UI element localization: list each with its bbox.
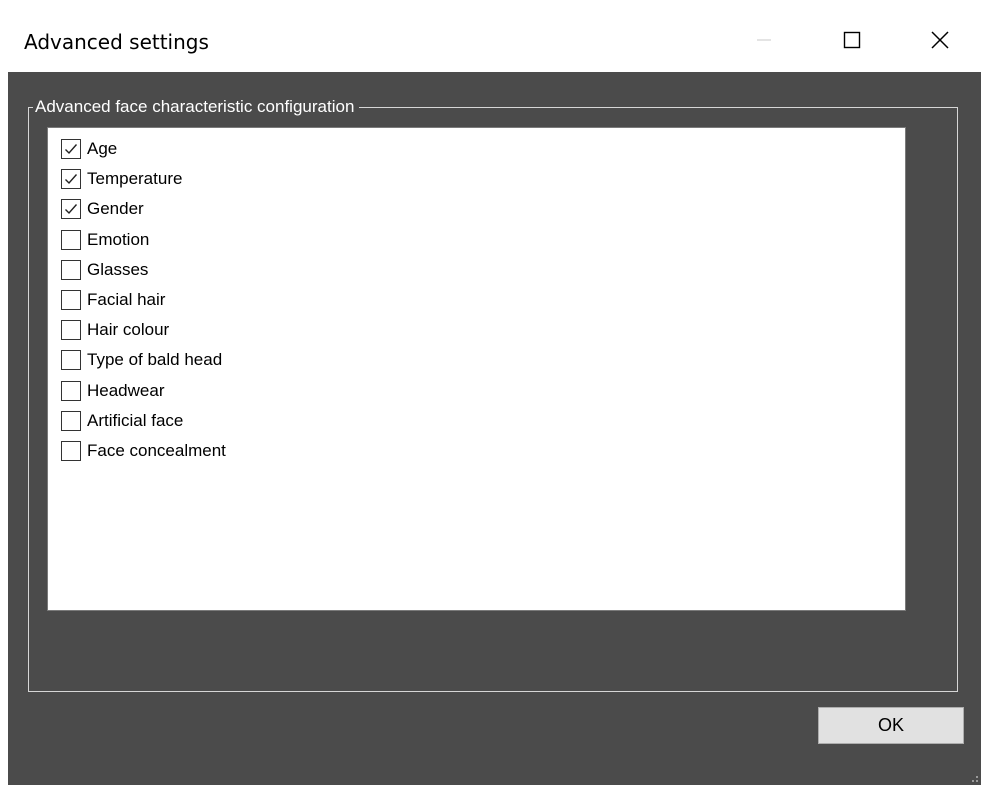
- checklist-item-label: Hair colour: [87, 320, 170, 340]
- maximize-icon: [843, 31, 861, 49]
- checkbox-unchecked[interactable]: [61, 290, 81, 311]
- title-bar[interactable]: Advanced settings: [8, 8, 981, 72]
- close-icon: [931, 31, 949, 49]
- checklist-item-label: Gender: [87, 199, 144, 219]
- checklist-item[interactable]: Glasses: [61, 255, 226, 285]
- window-title: Advanced settings: [24, 30, 209, 54]
- checklist-item[interactable]: Gender: [61, 194, 226, 224]
- checklist-item[interactable]: Temperature: [61, 164, 226, 194]
- checklist-item-label: Emotion: [87, 229, 150, 249]
- checkbox-checked[interactable]: [61, 199, 81, 220]
- checklist-item[interactable]: Type of bald head: [61, 345, 226, 375]
- checklist-item-label: Headwear: [87, 380, 165, 400]
- checklist-item-label: Face concealment: [87, 440, 226, 460]
- checklist-items: Age Temperature Gender Emotion Glasses Facial…: [61, 134, 226, 466]
- checklist-item-label: Glasses: [87, 259, 149, 279]
- checkbox-unchecked[interactable]: [61, 229, 81, 250]
- checkbox-unchecked[interactable]: [61, 380, 81, 401]
- checkmark-icon: [65, 174, 78, 185]
- checklist-item[interactable]: Facial hair: [61, 285, 226, 315]
- dialog-window: Advanced settings Advanced face characte…: [8, 0, 981, 785]
- resize-grip-icon[interactable]: [967, 771, 979, 783]
- minimize-icon: [757, 39, 771, 41]
- characteristics-checklist[interactable]: Age Temperature Gender Emotion Glasses Facial…: [47, 127, 906, 611]
- checkmark-icon: [65, 144, 78, 155]
- checkbox-unchecked[interactable]: [61, 259, 81, 280]
- checkbox-unchecked[interactable]: [61, 440, 81, 461]
- checklist-item[interactable]: Artificial face: [61, 406, 226, 436]
- checklist-item-label: Age: [87, 139, 118, 159]
- checkbox-unchecked[interactable]: [61, 410, 81, 431]
- checklist-item-label: Type of bald head: [87, 350, 223, 370]
- ok-button[interactable]: OK: [818, 707, 964, 744]
- checkbox-unchecked[interactable]: [61, 320, 81, 341]
- checklist-item[interactable]: Age: [61, 134, 226, 164]
- minimize-button[interactable]: [740, 8, 788, 72]
- groupbox-legend: Advanced face characteristic configurati…: [33, 96, 360, 118]
- checklist-item[interactable]: Hair colour: [61, 315, 226, 345]
- checkbox-unchecked[interactable]: [61, 350, 81, 371]
- checklist-item[interactable]: Headwear: [61, 376, 226, 406]
- maximize-button[interactable]: [828, 8, 876, 72]
- dialog-client-area: Advanced face characteristic configurati…: [8, 72, 981, 785]
- checklist-item[interactable]: Face concealment: [61, 436, 226, 466]
- window-top-edge: [8, 0, 981, 8]
- close-button[interactable]: [916, 8, 964, 72]
- checkmark-icon: [65, 204, 78, 215]
- checkbox-checked[interactable]: [61, 139, 81, 160]
- checklist-item-label: Temperature: [87, 169, 183, 189]
- checklist-item-label: Artificial face: [87, 410, 184, 430]
- checkbox-checked[interactable]: [61, 169, 81, 190]
- checklist-item-label: Facial hair: [87, 290, 166, 310]
- checklist-item[interactable]: Emotion: [61, 225, 226, 255]
